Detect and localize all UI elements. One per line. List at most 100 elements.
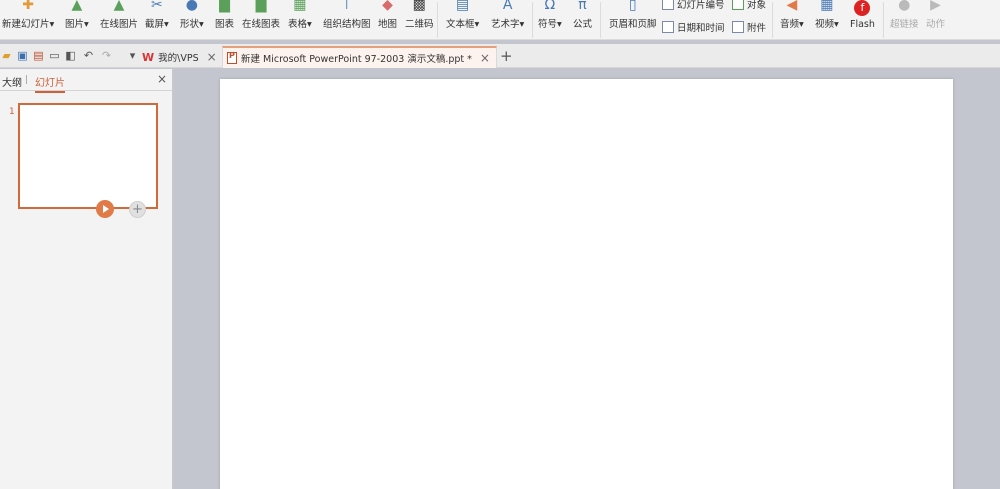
add-slide-button[interactable]: + — [129, 201, 146, 218]
tab-vps[interactable]: W 我的\VPS × — [142, 46, 217, 68]
pi-icon: π — [578, 0, 587, 13]
map-label: 地图 — [378, 19, 398, 30]
dropdown-arrow-icon: ▾ — [199, 19, 204, 30]
dropdown-arrow-icon: ▾ — [799, 19, 804, 30]
pane-tab-divider: | — [25, 75, 29, 85]
formula-label: 公式 — [573, 19, 593, 30]
action-label: 动作 — [926, 19, 946, 30]
online-picture-label: 在线图片 — [100, 19, 139, 30]
page-icon: ▯ — [628, 0, 637, 13]
header-footer-button[interactable]: ▯ 页眉和页脚 — [609, 0, 657, 36]
object-button[interactable]: 对象 — [732, 0, 766, 12]
date-time-label: 日期和时间 — [677, 23, 725, 34]
qrcode-icon: ▩ — [412, 0, 426, 13]
wordart-icon: A — [502, 0, 513, 13]
shapes-button[interactable]: ● 形状▾ — [180, 0, 204, 36]
save-icon[interactable]: ▣ — [16, 49, 29, 62]
tab-document-label: 新建 Microsoft PowerPoint 97-2003 演示文稿.ppt… — [241, 54, 472, 65]
table-icon: ▦ — [293, 0, 307, 13]
object-icon — [732, 0, 744, 10]
attachment-label: 附件 — [747, 23, 767, 34]
slide-number-icon — [662, 0, 674, 10]
picture-button[interactable]: ▲ 图片▾ — [65, 0, 89, 36]
org-chart-button[interactable]: ⊤ 组织结构图 — [323, 0, 371, 36]
qrcode-label: 二维码 — [405, 19, 434, 30]
tab-document[interactable]: 新建 Microsoft PowerPoint 97-2003 演示文稿.ppt… — [222, 46, 497, 68]
shapes-icon: ● — [185, 0, 198, 13]
speaker-icon: ◀ — [786, 0, 798, 13]
ribbon-separator — [600, 2, 601, 38]
customize-dropdown-icon[interactable]: ▾ — [126, 49, 139, 62]
tab-outline[interactable]: 大纲 — [2, 74, 22, 89]
play-action-icon: ▶ — [930, 0, 941, 13]
hyperlink-button[interactable]: ● 超链接 — [890, 0, 919, 36]
new-slide-label: 新建幻灯片 — [2, 19, 50, 30]
scissors-icon: ✂ — [151, 0, 163, 13]
online-picture-button[interactable]: ▲ 在线图片 — [100, 0, 138, 36]
omega-icon: Ω — [544, 0, 556, 13]
print-preview-icon[interactable]: ◧ — [64, 49, 77, 62]
dropdown-arrow-icon: ▾ — [834, 19, 839, 30]
slide-number-button[interactable]: 幻灯片编号 — [662, 0, 725, 12]
attachment-icon — [732, 21, 744, 33]
close-pane-icon[interactable]: × — [157, 72, 167, 86]
online-chart-button[interactable]: ▇ 在线图表 — [242, 0, 280, 36]
table-button[interactable]: ▦ 表格▾ — [288, 0, 312, 36]
org-chart-label: 组织结构图 — [323, 19, 371, 30]
textbox-button[interactable]: ▤ 文本框▾ — [446, 0, 479, 36]
close-icon[interactable]: × — [480, 51, 490, 65]
symbol-label: 符号 — [538, 19, 558, 30]
screenshot-button[interactable]: ✂ 截屏▾ — [145, 0, 169, 36]
film-icon: ▦ — [820, 0, 834, 13]
print-icon[interactable]: ▭ — [48, 49, 61, 62]
chart-label: 图表 — [215, 19, 235, 30]
ppt-file-icon — [227, 51, 237, 64]
textbox-icon: ▤ — [456, 0, 470, 13]
undo-icon[interactable]: ↶ — [82, 49, 95, 62]
slide-editor[interactable] — [220, 79, 953, 489]
wordart-button[interactable]: A 艺术字▾ — [491, 0, 524, 36]
video-button[interactable]: ▦ 视频▾ — [815, 0, 839, 36]
symbol-button[interactable]: Ω 符号▾ — [538, 0, 562, 36]
formula-button[interactable]: π 公式 — [573, 0, 592, 36]
org-chart-icon: ⊤ — [340, 0, 353, 13]
tab-slides[interactable]: 幻灯片 — [35, 74, 65, 93]
calendar-icon — [662, 21, 674, 33]
dropdown-arrow-icon: ▾ — [519, 19, 525, 30]
flash-button[interactable]: f Flash — [850, 0, 875, 36]
new-slide-button[interactable]: ✚ 新建幻灯片▾ — [2, 0, 54, 36]
bar-chart-icon: ▇ — [219, 0, 230, 13]
chart-button[interactable]: ▇ 图表 — [215, 0, 234, 36]
map-icon: ◆ — [382, 0, 393, 13]
online-chart-label: 在线图表 — [242, 19, 281, 30]
picture-label: 图片 — [65, 19, 85, 30]
open-folder-icon[interactable]: ▰ — [0, 49, 13, 62]
close-icon[interactable]: × — [207, 50, 217, 64]
redo-icon[interactable]: ↷ — [100, 49, 113, 62]
attachment-button[interactable]: 附件 — [732, 19, 766, 35]
pane-tabs: 大纲 | 幻灯片 × — [0, 69, 172, 93]
flash-icon: f — [854, 0, 871, 16]
editing-canvas — [174, 69, 1000, 489]
ribbon-separator — [772, 2, 773, 38]
slide-number: 1 — [9, 107, 15, 117]
action-button[interactable]: ▶ 动作 — [926, 0, 945, 36]
picture-icon: ▲ — [71, 0, 83, 13]
audio-button[interactable]: ◀ 音频▾ — [780, 0, 804, 36]
video-label: 视频 — [815, 19, 835, 30]
dropdown-arrow-icon: ▾ — [84, 19, 89, 30]
shapes-label: 形状 — [180, 19, 200, 30]
dropdown-arrow-icon: ▾ — [307, 19, 312, 30]
map-button[interactable]: ◆ 地图 — [378, 0, 397, 36]
qrcode-button[interactable]: ▩ 二维码 — [405, 0, 434, 36]
hyperlink-label: 超链接 — [890, 19, 919, 30]
export-pdf-icon[interactable]: ▤ — [32, 49, 45, 62]
dropdown-arrow-icon: ▾ — [49, 19, 55, 30]
date-time-button[interactable]: 日期和时间 — [662, 19, 725, 35]
new-tab-button[interactable]: + — [500, 47, 513, 65]
slide-thumbnail[interactable] — [18, 103, 158, 209]
dropdown-arrow-icon: ▾ — [557, 19, 562, 30]
dropdown-arrow-icon: ▾ — [474, 19, 480, 30]
slides-pane: 大纲 | 幻灯片 × 1 + — [0, 69, 173, 489]
play-icon[interactable] — [96, 200, 114, 218]
